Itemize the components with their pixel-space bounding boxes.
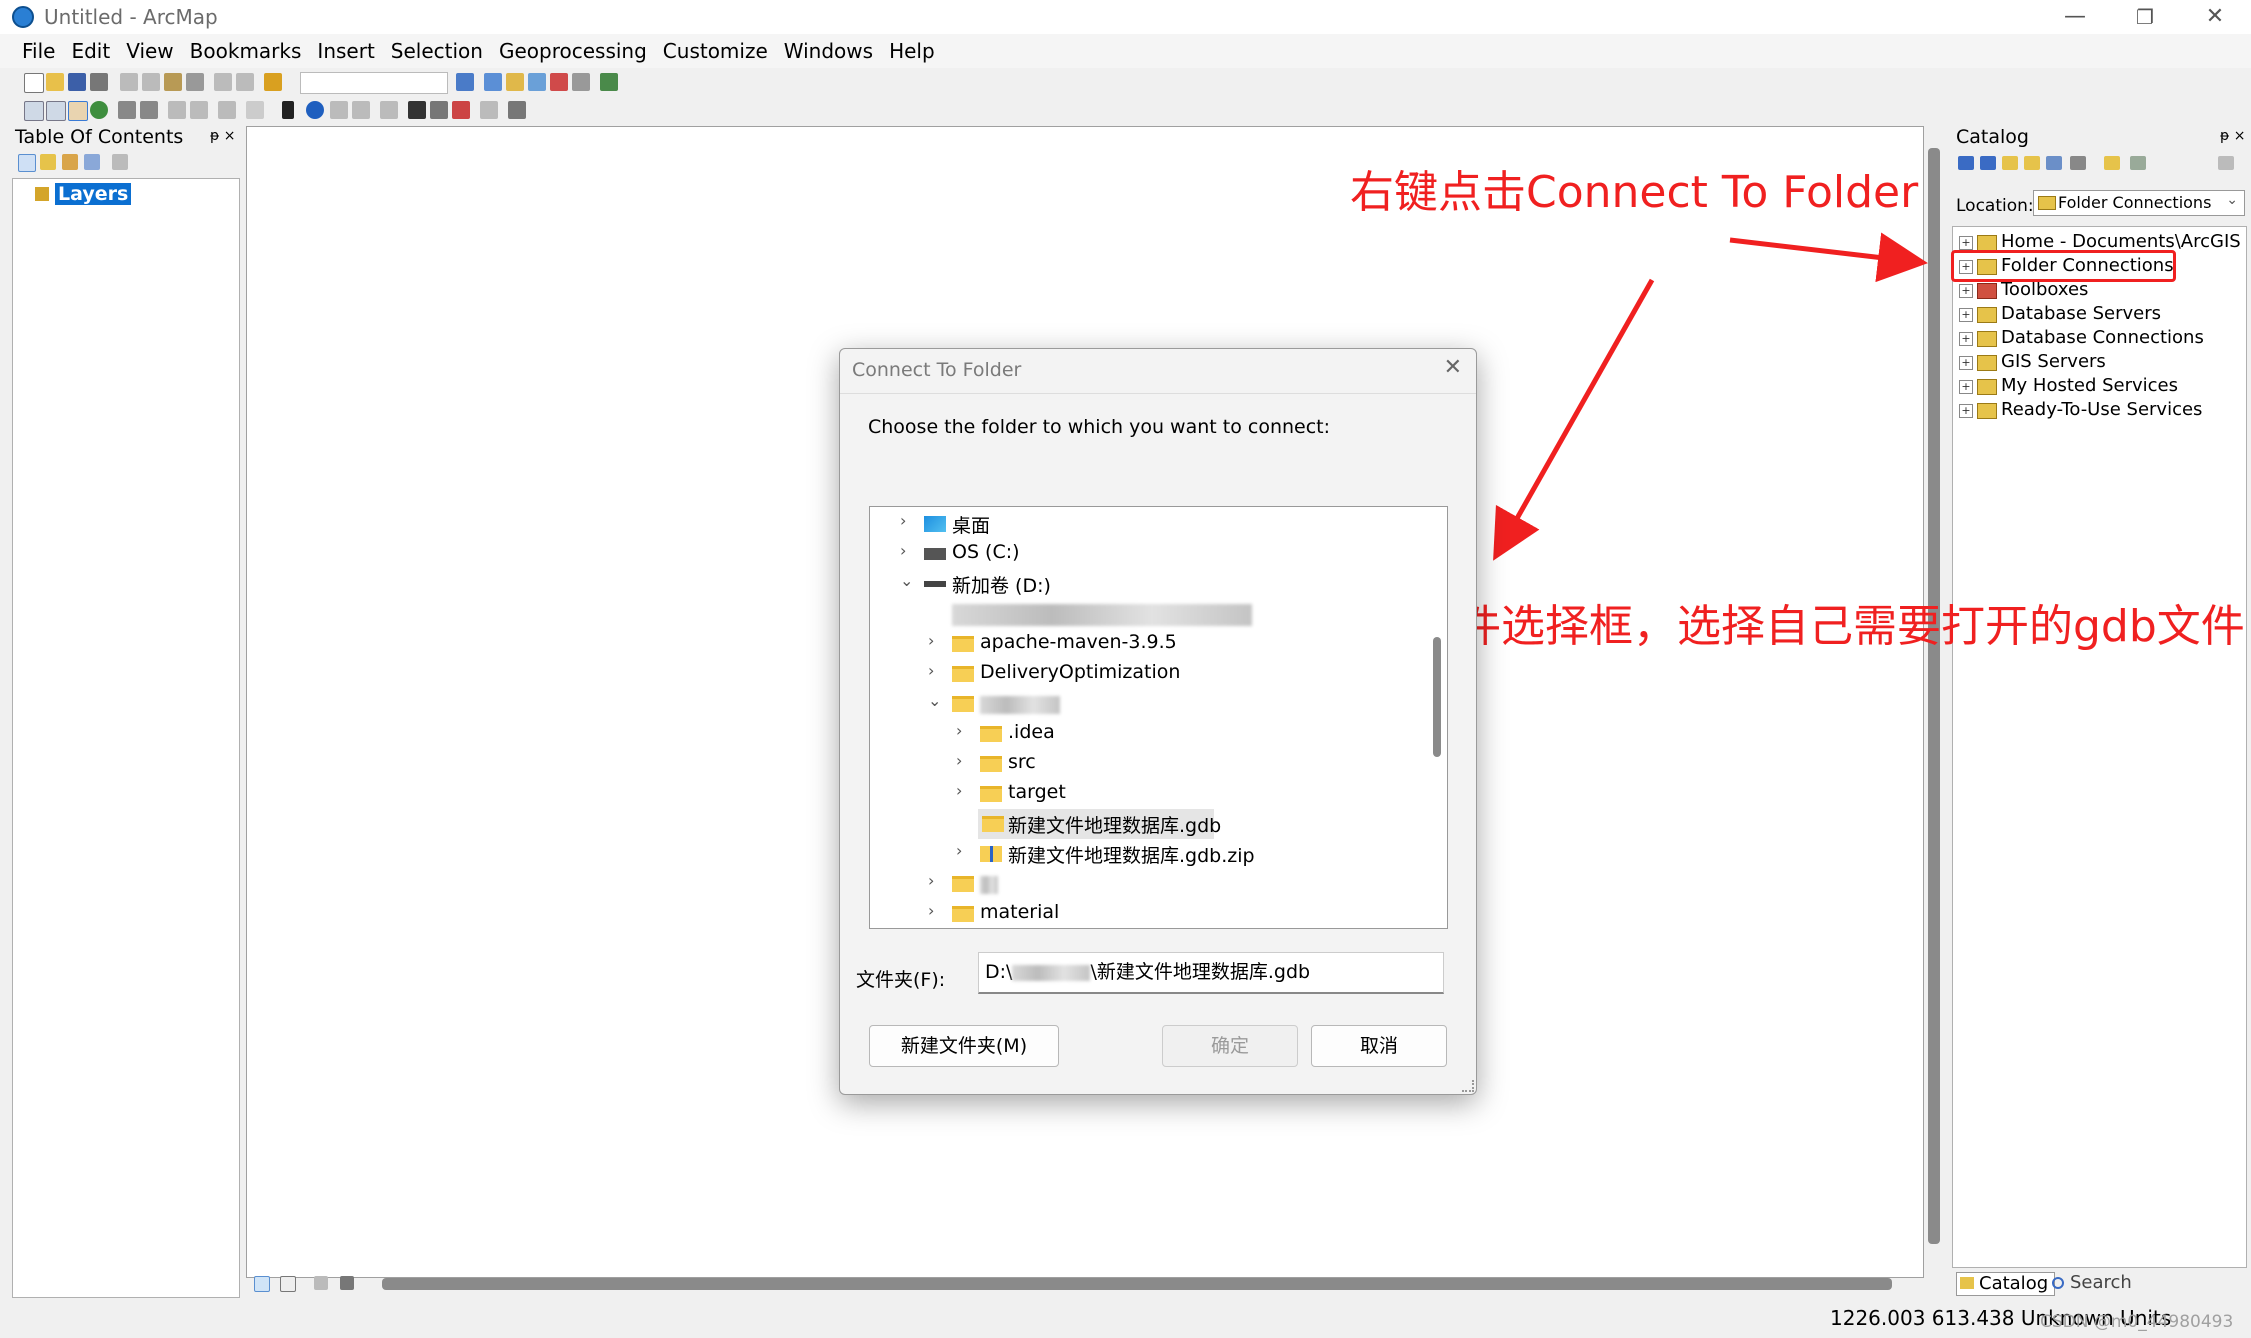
folder-icon — [952, 876, 974, 892]
redacted-text — [980, 696, 1060, 714]
chevron-down-icon[interactable]: ⌄ — [928, 691, 942, 710]
status-bar: 1226.003 613.438 Unknown Units CSDN @m0_… — [0, 1300, 2251, 1338]
folder-icon — [980, 786, 1002, 802]
zip-folder-icon — [980, 846, 1002, 862]
folder-icon — [980, 756, 1002, 772]
chevron-right-icon[interactable]: › — [900, 541, 914, 560]
folder-field[interactable]: D:\ \新建文件地理数据库.gdb — [978, 952, 1444, 994]
dialog-close-button[interactable]: ✕ — [1444, 355, 1462, 380]
dialog-title: Connect To Folder — [852, 359, 1022, 381]
folder-icon — [952, 906, 974, 922]
folder-icon — [952, 696, 974, 712]
chevron-right-icon[interactable]: › — [956, 721, 970, 740]
chevron-right-icon[interactable]: › — [928, 901, 942, 920]
cancel-button[interactable]: 取消 — [1311, 1025, 1447, 1067]
tree-scrollbar[interactable] — [1433, 637, 1441, 757]
chevron-right-icon[interactable]: › — [900, 511, 914, 530]
new-folder-button[interactable]: 新建文件夹(M) — [869, 1025, 1059, 1067]
chevron-right-icon[interactable]: › — [928, 631, 942, 650]
chevron-down-icon[interactable]: ⌄ — [900, 571, 914, 590]
drive-icon — [924, 581, 946, 587]
redacted-text — [1012, 964, 1091, 981]
folder-field-label: 文件夹(F): — [856, 969, 946, 991]
ok-button[interactable]: 确定 — [1162, 1025, 1298, 1067]
desktop-icon — [924, 516, 946, 532]
chevron-right-icon[interactable]: › — [928, 871, 942, 890]
connect-to-folder-dialog: Connect To Folder ✕ Choose the folder to… — [839, 348, 1477, 1095]
folder-icon — [980, 726, 1002, 742]
arrow-to-folder-connections — [1729, 232, 1928, 283]
resize-grip[interactable] — [1462, 1080, 1474, 1092]
folder-field-value: D:\ \新建文件地理数据库.gdb — [985, 961, 1311, 983]
chevron-right-icon[interactable]: › — [956, 751, 970, 770]
folder-tree[interactable]: › 桌面 › OS (C:) ⌄ 新加卷 (D:) › apache-maven… — [869, 506, 1448, 929]
watermark: CSDN @m0_44980493 — [2040, 1312, 2234, 1332]
chevron-right-icon[interactable]: › — [956, 781, 970, 800]
chevron-right-icon[interactable]: › — [956, 841, 970, 860]
folder-icon — [952, 636, 974, 652]
redacted-text — [952, 604, 1252, 626]
tree-item-gdb-selected[interactable]: 新建文件地理数据库.gdb — [978, 809, 1221, 839]
drive-icon — [924, 548, 946, 560]
dialog-prompt: Choose the folder to which you want to c… — [868, 416, 1331, 438]
folder-icon — [952, 666, 974, 682]
redacted-text — [980, 876, 998, 894]
folder-icon — [982, 816, 1004, 832]
chevron-right-icon[interactable]: › — [928, 661, 942, 680]
divider — [840, 393, 1476, 394]
arrow-to-dialog — [1493, 278, 1655, 561]
